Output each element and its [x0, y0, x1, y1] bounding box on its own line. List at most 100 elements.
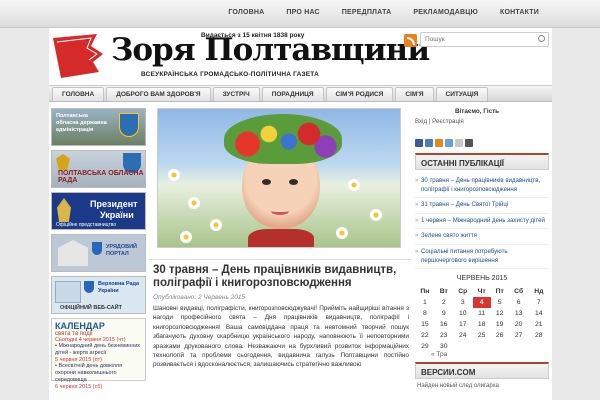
calendar-day: 18	[477, 321, 486, 329]
calendar-table: Пн Вт Ср Чт Пт Сб Нд 1 2 3 4 5 6 7 8 9 1…	[415, 286, 549, 352]
versions-item[interactable]: Найден новый след олигарха	[415, 383, 549, 389]
rss-icon[interactable]	[435, 139, 443, 147]
list-item[interactable]: 1 червня – Міжнародний день захисту діте…	[415, 214, 549, 230]
calendar-day: 16	[440, 321, 448, 329]
calendar-day: 1	[423, 299, 427, 307]
daisy-icon	[370, 209, 382, 221]
vk-icon[interactable]	[425, 139, 433, 147]
coat-of-arms-icon	[119, 113, 139, 137]
article-title[interactable]: 30 травня – День працівників видавництв,…	[149, 259, 411, 290]
banner-verkhovna-rada[interactable]: Верховна Рада України ОФІЦІЙНИЙ ВЕБ-САЙТ	[51, 276, 146, 314]
nav-situation[interactable]: СИТУАЦІЯ	[435, 87, 489, 101]
calendar-day: 10	[459, 310, 467, 318]
child-eye	[262, 179, 271, 185]
banner-oda[interactable]: Полтавська обласна державна адміністраці…	[51, 108, 146, 146]
calendar-week: 1 2 3 4 5 6 7	[415, 297, 549, 309]
daisy-icon	[336, 227, 348, 239]
nav-health[interactable]: ДОБРОГО ВАМ ЗДОРОВ'Я	[106, 87, 211, 101]
top-nav-home[interactable]: ГОЛОВНА	[217, 9, 275, 16]
mail-icon[interactable]	[455, 139, 463, 147]
banner-rada-label: Верховна Рада України	[98, 281, 140, 294]
nav-family[interactable]: СІМ'Я	[395, 87, 434, 101]
banner-president-caption: Офіційне представництво	[56, 222, 117, 228]
weekday: Чт	[477, 288, 486, 296]
flag-logo-icon[interactable]	[51, 32, 105, 80]
banner-president-top: Президент	[90, 199, 138, 209]
weekday: Нд	[534, 288, 544, 296]
calendar-month: ЧЕРВЕНЬ 2015	[456, 275, 508, 283]
weekday: Пн	[420, 288, 430, 296]
calendar-day-today[interactable]: 4	[472, 297, 491, 309]
nav-advice[interactable]: ПОРАДНИЦЯ	[261, 87, 324, 101]
site-title[interactable]: Зоря Полтавщини	[111, 32, 430, 68]
calendar-day: 24	[459, 332, 467, 340]
calendar-date: 6 червня 2015 (сб)	[55, 384, 103, 390]
banner-president-bottom: України	[100, 210, 134, 220]
nav-home[interactable]: ГОЛОВНА	[52, 87, 105, 101]
nav-family-born[interactable]: СІМ'Я РОДИСЯ	[325, 87, 394, 101]
banner-rada[interactable]: ПОЛТАВСЬКА ОБЛАСНА РАДА	[51, 150, 146, 188]
bookmark-icon[interactable]	[465, 139, 473, 147]
top-nav-subscribe[interactable]: ПЕРЕДПЛАТА	[331, 9, 403, 16]
weekday: Пт	[495, 288, 504, 296]
rss-icon[interactable]	[404, 34, 417, 47]
versions-heading: ВЕРСИИ.COM	[415, 362, 549, 380]
article-body: Шановні видавці, поліграфісти, книгорозп…	[153, 305, 409, 369]
list-item[interactable]: 30 травня – День працівників видавництв,…	[415, 174, 549, 199]
daisy-icon	[168, 169, 180, 181]
login-links[interactable]: Вхід | Реєстрація	[415, 118, 549, 125]
banner-rada-caption: ОФІЦІЙНИЙ ВЕБ-САЙТ	[60, 305, 122, 311]
child-shirt	[248, 229, 314, 247]
daisy-icon	[180, 231, 192, 243]
list-item[interactable]: Соціальні питання потребують першочергов…	[415, 245, 549, 270]
featured-slider-image[interactable]	[157, 108, 401, 248]
top-nav-advertisers[interactable]: РЕКЛАМОДАВЦЮ	[402, 9, 489, 16]
calendar-day: 27	[514, 332, 523, 340]
banner-gov-portal[interactable]: УРЯДОВИЙ ПОРТАЛ	[51, 234, 146, 272]
weekday: Сб	[514, 288, 524, 296]
calendar-day: 15	[421, 321, 429, 329]
parliament-icon	[55, 281, 81, 303]
calendar-title: КАЛЕНДАР	[55, 321, 105, 331]
page-container: Видається з 15 квітня 1838 року Зоря Пол…	[49, 28, 552, 400]
calendar-day: 25	[477, 332, 486, 340]
calendar-day: 28	[535, 332, 543, 340]
search-icon[interactable]	[538, 35, 545, 42]
calendar-week: 22 23 24 25 26 27 28	[415, 330, 549, 341]
top-nav-contacts[interactable]: КОНТАКТИ	[489, 9, 550, 16]
calendar-day: 11	[478, 310, 486, 318]
calendar-item[interactable]: • Міжнародний день безневинних дітей - ж…	[55, 343, 142, 357]
calendar-day: 8	[423, 310, 427, 318]
facebook-icon[interactable]	[415, 139, 423, 147]
calendar-day: 13	[514, 310, 523, 318]
banner-oda-label: Полтавська обласна державна адміністраці…	[56, 113, 107, 133]
search-input[interactable]	[421, 33, 531, 46]
calendar-day: 20	[514, 321, 523, 329]
calendar-day: 14	[535, 310, 543, 318]
calendar-day: 23	[440, 332, 448, 340]
calendar-item[interactable]: • Всесвітній день довкілля охорони навко…	[55, 363, 142, 384]
twitter-icon[interactable]	[445, 139, 453, 147]
recent-posts-heading: ОСТАННІ ПУБЛІКАЦІЇ	[415, 153, 549, 170]
nav-meeting[interactable]: ЗУСТРІЧ	[212, 87, 260, 101]
holiday-calendar[interactable]: КАЛЕНДАР свята та події Сьогодні 4 червн…	[51, 318, 146, 390]
greeting: Вітаємо, Гість	[454, 108, 500, 115]
calendar-prev-link[interactable]: « Тра	[415, 351, 549, 358]
top-bar: ГОЛОВНА ПРО НАС ПЕРЕДПЛАТА РЕКЛАМОДАВЦЮ …	[0, 0, 600, 28]
site-subtitle: ВСЕУКРАЇНСЬКА ГРОМАДСЬКО-ПОЛІТИЧНА ГАЗЕТ…	[141, 71, 319, 78]
coat-of-arms-icon	[92, 242, 102, 255]
list-item[interactable]: Зелене свято життя	[415, 229, 549, 245]
calendar-day: 2	[441, 299, 446, 307]
coat-of-arms-icon	[84, 281, 94, 293]
banner-president[interactable]: Президент України Офіційне представництв…	[51, 192, 146, 230]
calendar-day: 5	[497, 299, 502, 307]
article-meta: Опубліковано: 2 Червень 2015	[153, 294, 246, 301]
calendar-day: 12	[495, 310, 504, 318]
list-item[interactable]: 31 травня – День Святої Трійці	[415, 198, 549, 214]
right-sidebar: Вітаємо, Гість Вхід | Реєстрація ОСТАННІ…	[415, 108, 549, 389]
article: 30 травня – День працівників видавництв,…	[149, 259, 411, 370]
top-nav-about[interactable]: ПРО НАС	[275, 9, 330, 16]
emblem-icon	[56, 154, 70, 170]
calendar-day: 19	[495, 321, 504, 329]
building-icon	[58, 240, 88, 266]
